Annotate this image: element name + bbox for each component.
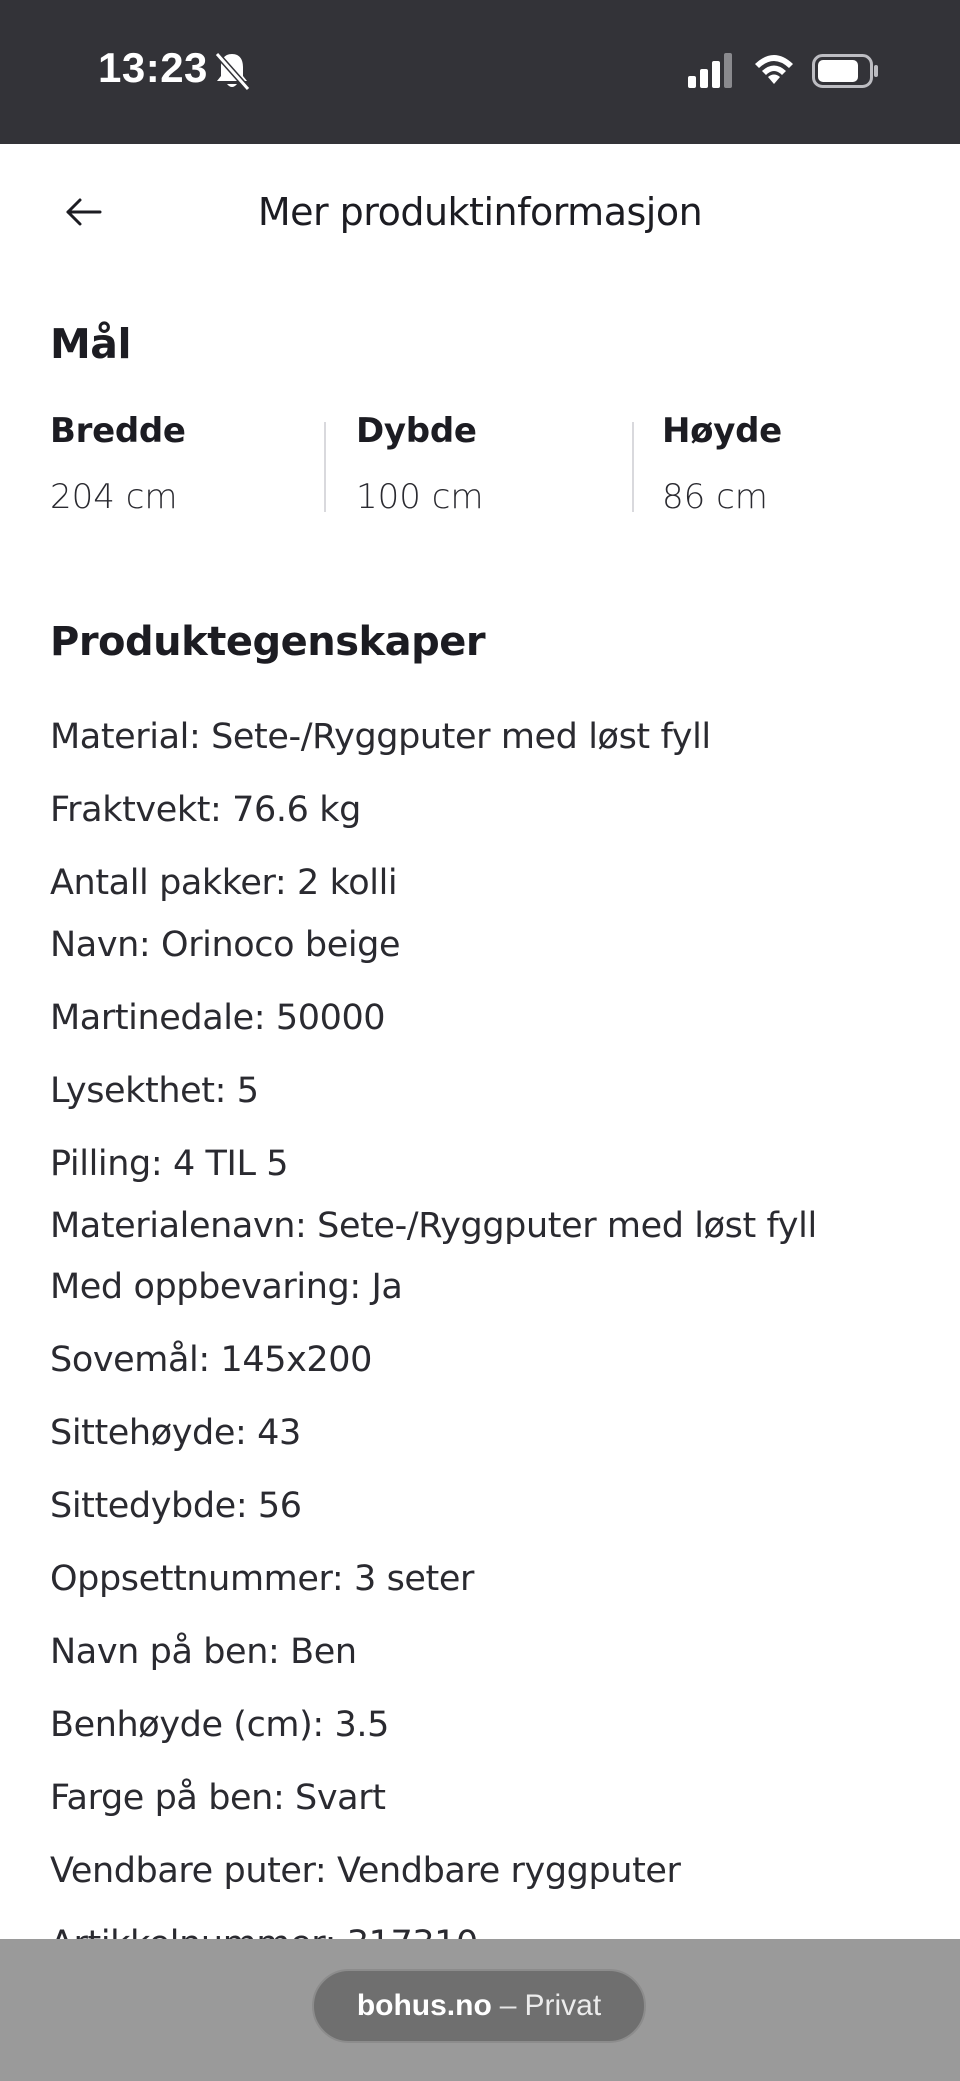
dimension-label: Bredde: [50, 411, 186, 451]
list-item: Navn på ben: Ben: [50, 1632, 357, 1672]
list-item: Med oppbevaring: Ja: [50, 1267, 403, 1307]
list-item: Martinedale: 50000: [50, 998, 386, 1038]
wifi-icon: [755, 55, 793, 84]
address-bar[interactable]: bohus.no – Privat: [312, 1969, 646, 2043]
status-bar: 13:23: [0, 0, 960, 144]
properties-title: Produktegenskaper: [50, 619, 486, 665]
dimension-value: 86 cm: [662, 477, 768, 517]
divider: [632, 422, 634, 512]
list-item: Material: Sete-/Ryggputer med løst fyll: [50, 717, 711, 757]
list-item: Vendbare puter: Vendbare ryggputer: [50, 1851, 681, 1891]
divider: [324, 422, 326, 512]
list-item: Benhøyde (cm): 3.5: [50, 1705, 389, 1745]
dimension-depth: Dybde 100 cm: [356, 406, 484, 517]
list-item: Lysekthet: 5: [50, 1071, 259, 1111]
dimensions-title: Mål: [50, 320, 132, 368]
list-item: Pilling: 4 TIL 5: [50, 1144, 289, 1184]
cellular-signal-icon: [688, 53, 732, 88]
dimension-value: 100 cm: [356, 477, 484, 517]
dimension-value: 204 cm: [50, 477, 178, 517]
dimension-height: Høyde 86 cm: [662, 406, 782, 517]
dimension-label: Høyde: [662, 411, 782, 451]
list-item: Navn: Orinoco beige: [50, 925, 401, 965]
dimension-width: Bredde 204 cm: [50, 406, 186, 517]
browser-bottom-bar: bohus.no – Privat: [0, 1939, 960, 2081]
dimensions-grid: Bredde 204 cm Dybde 100 cm Høyde 86 cm: [50, 406, 930, 517]
bell-slash-icon: [214, 52, 251, 91]
url-separator: –: [499, 1989, 517, 2022]
dimension-label: Dybde: [356, 411, 477, 451]
private-mode-label: Privat: [524, 1989, 602, 2022]
page-header: Mer produktinformasjon: [0, 144, 960, 284]
list-item: Farge på ben: Svart: [50, 1778, 386, 1818]
page-title: Mer produktinformasjon: [257, 190, 703, 234]
list-item: Antall pakker: 2 kolli: [50, 863, 398, 903]
url-domain: bohus.no: [356, 1989, 492, 2022]
list-item: Materialenavn: Sete-/Ryggputer med løst …: [50, 1206, 817, 1246]
list-item: Sittedybde: 56: [50, 1486, 302, 1526]
list-item: Sovemål: 145x200: [50, 1340, 372, 1380]
status-time: 13:23: [98, 44, 208, 91]
list-item: Oppsettnummer: 3 seter: [50, 1559, 474, 1599]
battery-icon: [812, 54, 878, 88]
list-item: Sittehøyde: 43: [50, 1413, 301, 1453]
list-item: Fraktvekt: 76.6 kg: [50, 790, 361, 830]
